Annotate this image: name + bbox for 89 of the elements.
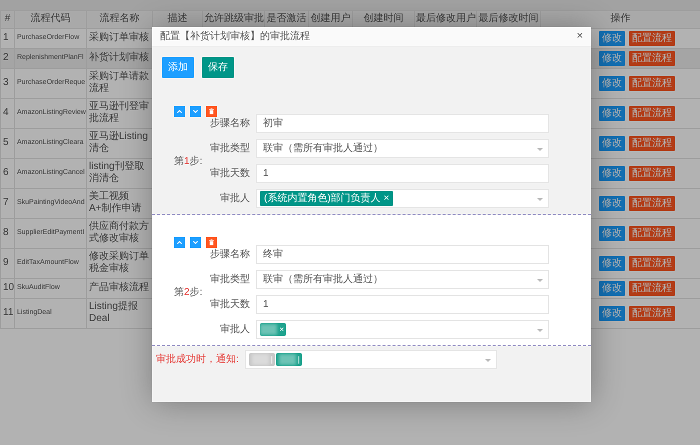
row-number: 9 bbox=[0, 248, 14, 278]
configure-button[interactable]: 配置流程 bbox=[629, 136, 675, 150]
configure-button[interactable]: 配置流程 bbox=[629, 306, 675, 320]
input-field[interactable]: 1 bbox=[256, 295, 549, 314]
caret-icon bbox=[484, 359, 491, 362]
edit-button[interactable]: 修改 bbox=[599, 256, 625, 270]
configure-button[interactable]: 配置流程 bbox=[629, 166, 675, 180]
input-field[interactable]: 终审 bbox=[256, 245, 549, 264]
trash-icon bbox=[208, 108, 215, 115]
edit-button[interactable]: 修改 bbox=[599, 106, 625, 120]
field-label: 审批天数 bbox=[210, 166, 250, 181]
field-label: 审批人 bbox=[219, 192, 250, 206]
caret-icon bbox=[537, 329, 543, 332]
caret-icon bbox=[537, 279, 543, 282]
column-header: 最后修改时间 bbox=[476, 10, 540, 28]
input-field[interactable]: 1 bbox=[256, 164, 549, 183]
configure-button[interactable]: 配置流程 bbox=[629, 106, 675, 120]
edit-button[interactable]: 修改 bbox=[599, 50, 625, 66]
redacted-tag: × bbox=[260, 323, 286, 336]
field-label: 步骤名称 bbox=[210, 248, 250, 262]
input-field[interactable]: 初审 bbox=[256, 114, 549, 133]
configure-button[interactable]: 配置流程 bbox=[629, 50, 675, 66]
field-label: 审批天数 bbox=[210, 298, 250, 312]
field-label: 审批类型 bbox=[210, 272, 250, 287]
add-button[interactable]: 添加 bbox=[162, 57, 194, 78]
row-number: 10 bbox=[0, 278, 14, 298]
close-button[interactable]: × bbox=[576, 28, 583, 45]
row-number: 5 bbox=[0, 128, 14, 158]
modal-title: 配置【补货计划审核】的审批流程 bbox=[160, 30, 310, 44]
move-up-button[interactable] bbox=[174, 237, 185, 248]
configure-button[interactable]: 配置流程 bbox=[629, 280, 675, 296]
multi-select-field[interactable]: (系统内置角色)部门负责人 × bbox=[256, 189, 549, 208]
trash-button[interactable] bbox=[206, 237, 217, 248]
configure-button[interactable]: 配置流程 bbox=[629, 226, 675, 240]
approver-tag: (系统内置角色)部门负责人 × bbox=[260, 191, 394, 206]
move-down-icon bbox=[192, 239, 199, 246]
move-down-button[interactable] bbox=[190, 237, 201, 248]
move-down-icon bbox=[192, 108, 199, 115]
redacted-tag: | bbox=[248, 353, 275, 366]
column-header: 操作 bbox=[540, 10, 700, 28]
row-number: 4 bbox=[0, 98, 14, 128]
column-header: 描述 bbox=[152, 10, 202, 28]
step-label: 第1步: bbox=[174, 154, 204, 168]
move-up-icon bbox=[176, 239, 183, 246]
edit-button[interactable]: 修改 bbox=[599, 136, 625, 150]
column-header: 创建用户 bbox=[308, 10, 352, 28]
configure-button[interactable]: 配置流程 bbox=[629, 30, 675, 46]
edit-button[interactable]: 修改 bbox=[599, 280, 625, 296]
move-up-icon bbox=[176, 108, 183, 115]
edit-button[interactable]: 修改 bbox=[599, 306, 625, 320]
step-label: 第2步: bbox=[174, 286, 204, 300]
trash-button[interactable] bbox=[206, 106, 217, 117]
multi-select-field[interactable]: × bbox=[256, 320, 549, 339]
move-up-button[interactable] bbox=[174, 106, 185, 117]
caret-icon bbox=[537, 198, 543, 201]
field-label: 审批人 bbox=[219, 322, 250, 337]
edit-button[interactable]: 修改 bbox=[599, 166, 625, 180]
column-header: 允许跳级审批 bbox=[202, 10, 264, 28]
edit-button[interactable]: 修改 bbox=[599, 76, 625, 90]
row-number: 1 bbox=[0, 28, 14, 48]
notify-label: 审批成功时，通知: bbox=[156, 352, 239, 367]
row-number: 3 bbox=[0, 68, 14, 98]
edit-button[interactable]: 修改 bbox=[599, 196, 625, 210]
configure-button[interactable]: 配置流程 bbox=[629, 196, 675, 210]
configure-button[interactable]: 配置流程 bbox=[629, 76, 675, 90]
row-number: 2 bbox=[0, 48, 14, 68]
edit-button[interactable]: 修改 bbox=[599, 30, 625, 46]
move-down-button[interactable] bbox=[190, 106, 201, 117]
column-header: 最后修改用户 bbox=[414, 10, 476, 28]
column-header: 流程名称 bbox=[86, 10, 152, 28]
column-header: 是否激活 bbox=[264, 10, 308, 28]
caret-icon bbox=[537, 148, 543, 151]
trash-icon bbox=[208, 239, 215, 246]
edit-button[interactable]: 修改 bbox=[599, 226, 625, 240]
field-label: 审批类型 bbox=[210, 142, 250, 156]
multi-select-field[interactable]: | | bbox=[244, 350, 497, 369]
column-header: # bbox=[0, 10, 14, 28]
redacted-tag: | bbox=[276, 353, 302, 366]
column-header: 流程代码 bbox=[14, 10, 86, 28]
column-header: 创建时间 bbox=[352, 10, 414, 28]
row-number: 6 bbox=[0, 158, 14, 188]
select-field[interactable]: 联审（需所有审批人通过） bbox=[256, 139, 549, 158]
row-number: 7 bbox=[0, 188, 14, 218]
row-number: 11 bbox=[0, 298, 14, 328]
select-field[interactable]: 联审（需所有审批人通过） bbox=[256, 270, 549, 289]
save-button[interactable]: 保存 bbox=[202, 57, 234, 78]
row-number: 8 bbox=[0, 218, 14, 248]
configure-button[interactable]: 配置流程 bbox=[629, 256, 675, 270]
field-label: 步骤名称 bbox=[210, 116, 250, 131]
